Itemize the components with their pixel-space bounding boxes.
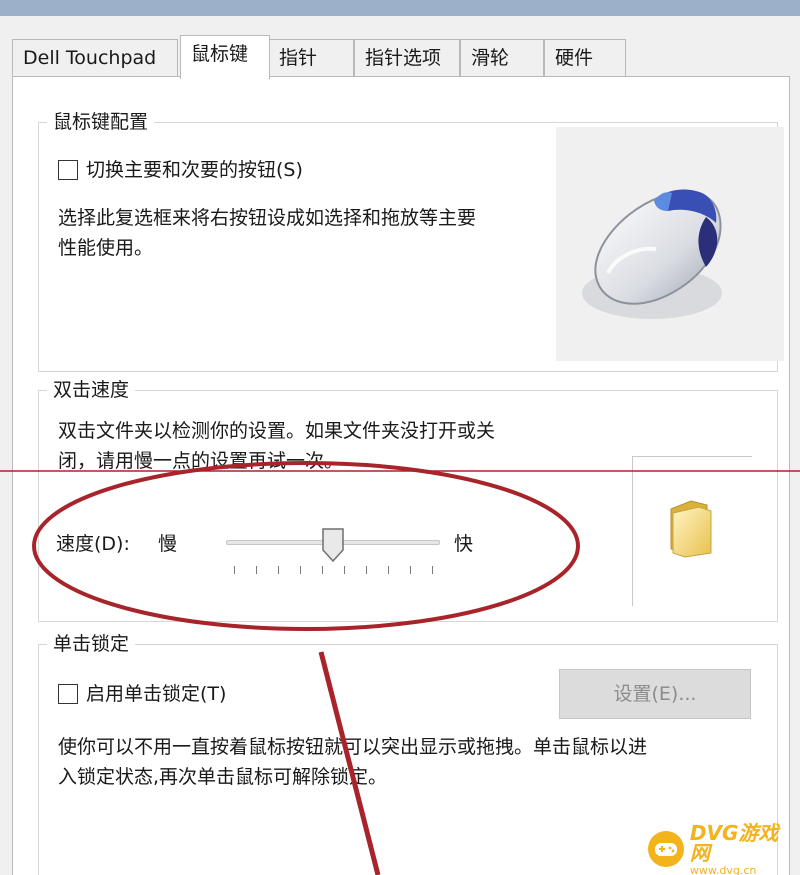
double-click-description: 双击文件夹以检测你的设置。如果文件夹没打开或关 闭，请用慢一点的设置再试一次。 (58, 416, 495, 476)
click-lock-description: 使你可以不用一直按着鼠标按钮就可以突出显示或拖拽。单击鼠标以进 入锁定状态,再次… (58, 732, 647, 792)
speed-label: 速度(D): (56, 533, 130, 555)
watermark-domain: www.dvg.cn (689, 863, 757, 875)
slider-tick (278, 566, 279, 574)
site-watermark: DVG游戏网 www.dvg.cn (648, 823, 798, 875)
speed-slider-thumb[interactable] (322, 528, 344, 563)
click-lock-row[interactable]: 启用单击锁定(T) (58, 681, 226, 707)
slider-tick (300, 566, 301, 574)
mouse-preview (556, 127, 784, 361)
click-lock-checkbox[interactable] (58, 684, 78, 704)
slider-tick (322, 566, 323, 574)
click-lock-settings-button[interactable]: 设置(E)... (559, 669, 751, 719)
slider-tick (344, 566, 345, 574)
slider-tick (410, 566, 411, 574)
speed-slider-ticks (226, 566, 440, 576)
tab-mouse-buttons[interactable]: 鼠标键 (180, 35, 270, 79)
gamepad-glyph (654, 843, 677, 856)
tab-wheel[interactable]: 滑轮 (460, 39, 544, 77)
button-config-title: 鼠标键配置 (47, 109, 155, 135)
switch-buttons-row[interactable]: 切换主要和次要的按钮(S) (58, 157, 303, 183)
click-lock-desc-line1: 使你可以不用一直按着鼠标按钮就可以突出显示或拖拽。单击鼠标以进 (58, 736, 648, 758)
fast-label: 快 (454, 533, 474, 555)
tab-dell-touchpad[interactable]: Dell Touchpad (12, 39, 178, 77)
slider-tick (256, 566, 257, 574)
switch-buttons-label[interactable]: 切换主要和次要的按钮(S) (86, 157, 303, 183)
folder-icon[interactable] (633, 457, 753, 607)
tab-hardware[interactable]: 硬件 (544, 39, 626, 77)
tab-pointers[interactable]: 指针 (268, 39, 354, 77)
button-config-description: 选择此复选框来将右按钮设成如选择和拖放等主要 性能使用。 (58, 203, 476, 263)
window-titlebar (0, 0, 800, 16)
slider-thumb-shape (322, 528, 344, 563)
double-click-speed-title: 双击速度 (47, 377, 136, 403)
button-config-desc-line1: 选择此复选框来将右按钮设成如选择和拖放等主要 (58, 207, 477, 229)
double-click-desc-line2: 闭，请用慢一点的设置再试一次。 (58, 450, 344, 472)
gamepad-icon (648, 831, 684, 867)
double-click-desc-line1: 双击文件夹以检测你的设置。如果文件夹没打开或关 (58, 420, 496, 442)
click-lock-label[interactable]: 启用单击锁定(T) (86, 681, 226, 707)
slider-tick (366, 566, 367, 574)
slider-tick (388, 566, 389, 574)
mouse-illustration-icon (582, 189, 722, 319)
watermark-brand: DVG游戏网 (689, 820, 779, 865)
test-folder-area[interactable] (632, 456, 752, 606)
slider-tick (234, 566, 235, 574)
watermark-text: DVG游戏网 www.dvg.cn (690, 823, 798, 875)
slow-label: 慢 (158, 533, 178, 555)
button-config-desc-line2: 性能使用。 (58, 237, 154, 259)
slider-tick (432, 566, 433, 574)
switch-buttons-checkbox[interactable] (58, 160, 78, 180)
click-lock-desc-line2: 入锁定状态,再次单击鼠标可解除锁定。 (58, 766, 388, 788)
click-lock-title: 单击锁定 (47, 631, 136, 657)
tab-pointer-options[interactable]: 指针选项 (354, 39, 460, 77)
